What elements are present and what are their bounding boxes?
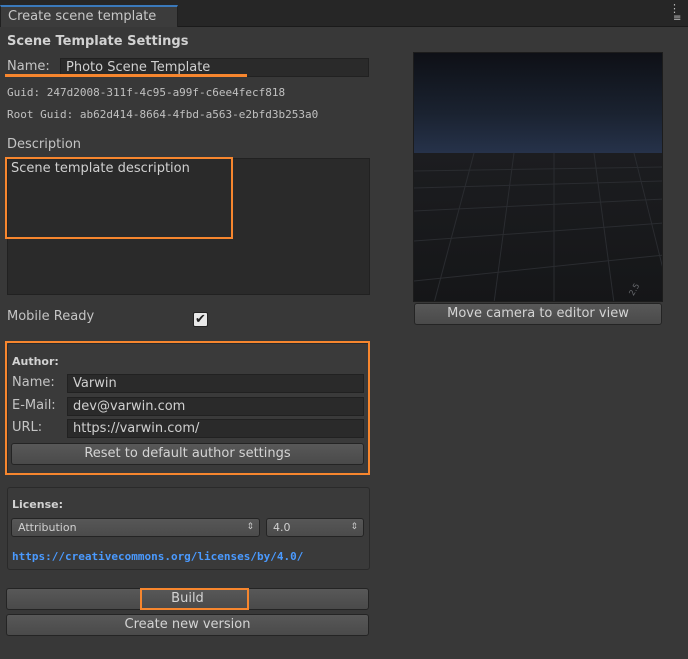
window-menu-icon[interactable]: ≡ xyxy=(673,13,681,24)
create-new-version-button[interactable]: Create new version xyxy=(6,614,369,636)
root-guid-text: Root Guid: ab62d414-8664-4fbd-a563-e2bfd… xyxy=(7,108,319,121)
author-url-label: URL: xyxy=(12,420,43,435)
build-highlight xyxy=(140,588,249,610)
guid-text: Guid: 247d2008-311f-4c95-a99f-c6ee4fecf8… xyxy=(7,86,286,99)
mobile-ready-label: Mobile Ready xyxy=(7,309,95,324)
license-link[interactable]: https://creativecommons.org/licenses/by/… xyxy=(12,550,303,563)
license-type-dropdown[interactable]: Attribution ⇕ xyxy=(11,518,260,537)
license-version-dropdown[interactable]: 4.0 ⇕ xyxy=(266,518,364,537)
dropdown-arrows-icon: ⇕ xyxy=(350,522,358,532)
author-title: Author: xyxy=(12,355,59,368)
author-name-field[interactable]: Varwin xyxy=(67,374,364,393)
tab-create-scene-template[interactable]: Create scene template xyxy=(0,5,178,27)
mobile-ready-checkbox[interactable]: ✔ xyxy=(193,312,208,327)
description-label: Description xyxy=(7,137,82,152)
dropdown-arrows-icon: ⇕ xyxy=(246,522,254,532)
template-name-label: Name: xyxy=(7,59,50,74)
author-email-label: E-Mail: xyxy=(12,398,56,413)
author-url-field[interactable]: https://varwin.com/ xyxy=(67,419,364,438)
author-name-label: Name: xyxy=(12,375,55,390)
license-title: License: xyxy=(12,498,63,511)
license-type-value: Attribution xyxy=(18,521,77,534)
preview-scene-graphic xyxy=(414,53,662,301)
author-email-field[interactable]: dev@varwin.com xyxy=(67,397,364,416)
reset-author-settings-button[interactable]: Reset to default author settings xyxy=(11,443,364,465)
license-version-value: 4.0 xyxy=(273,521,291,534)
description-highlight xyxy=(5,157,233,239)
move-camera-button[interactable]: Move camera to editor view xyxy=(414,303,662,325)
name-highlight-underline xyxy=(5,74,247,77)
settings-title: Scene Template Settings xyxy=(7,34,189,49)
scene-preview: 2.5 xyxy=(413,52,663,302)
